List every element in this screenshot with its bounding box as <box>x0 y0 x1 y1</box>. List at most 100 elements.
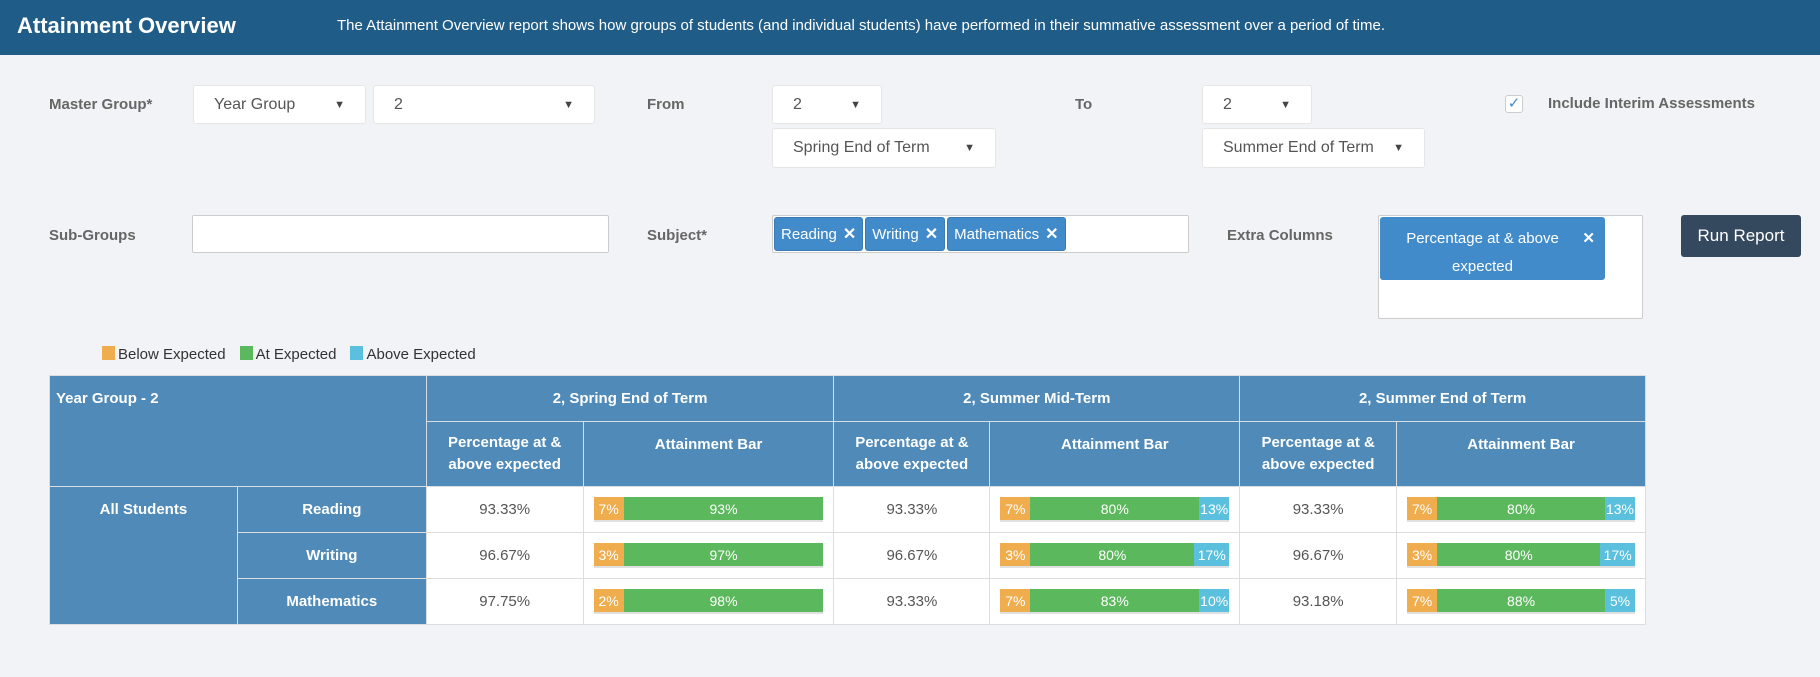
tag-label: Writing <box>872 225 919 243</box>
bar-segment-above: 17% <box>1600 543 1635 566</box>
pct-column-header: Percentage at & above expected <box>1239 421 1398 487</box>
legend-item: Above Expected <box>350 346 476 363</box>
pct-cell: 96.67% <box>833 532 991 579</box>
bar-segment-above: 13% <box>1605 497 1635 520</box>
remove-icon[interactable]: ✕ <box>1582 225 1595 253</box>
legend-label: Below Expected <box>118 346 226 363</box>
to-term-select[interactable]: Summer End of Term ▼ <box>1202 128 1425 168</box>
legend: Below Expected At Expected Above Expected <box>102 346 476 363</box>
bar-segment-at: 80% <box>1030 497 1200 520</box>
subject-cell: Mathematics <box>236 578 427 625</box>
legend-swatch <box>239 346 253 360</box>
legend-label: At Expected <box>255 346 337 363</box>
subject-tag-mathematics: Mathematics ✕ <box>947 217 1066 251</box>
attainment-bar: 2% 98% <box>593 589 824 614</box>
remove-icon[interactable]: ✕ <box>925 224 938 244</box>
bar-cell: 3% 80% 17% <box>989 532 1241 579</box>
master-group-label: Master Group* <box>49 96 153 113</box>
bar-segment-at: 97% <box>623 543 824 566</box>
legend-label: Above Expected <box>366 346 476 363</box>
bar-segment-at: 80% <box>1437 543 1601 566</box>
legend-item: At Expected <box>239 346 337 363</box>
subject-label: Subject* <box>647 227 708 244</box>
legend-swatch <box>102 346 115 360</box>
bar-segment-above: 10% <box>1199 589 1230 612</box>
bar-segment-below: 3% <box>593 543 624 566</box>
term-header: 2, Summer End of Term <box>1239 375 1646 422</box>
extra-columns-multiselect[interactable]: Percentage at & above expected ✕ <box>1378 215 1643 319</box>
attainment-bar: 7% 88% 5% <box>1407 589 1635 614</box>
subject-tag-writing: Writing ✕ <box>865 217 946 251</box>
subject-tag-reading: Reading ✕ <box>774 217 864 251</box>
bar-column-header: Attainment Bar <box>989 421 1241 487</box>
bar-cell: 7% 80% 13% <box>989 486 1241 533</box>
pct-cell: 96.67% <box>1239 532 1398 579</box>
caret-down-icon: ▼ <box>334 98 345 111</box>
legend-swatch <box>350 346 364 360</box>
bar-segment-below: 7% <box>1407 497 1438 520</box>
bar-cell: 2% 98% <box>582 578 835 625</box>
tag-label: Reading <box>781 225 837 243</box>
subject-cell: Writing <box>236 532 427 579</box>
to-year-select[interactable]: 2 ▼ <box>1202 85 1312 124</box>
bar-segment-above: 17% <box>1194 543 1230 566</box>
bar-cell: 3% 80% 17% <box>1396 532 1646 579</box>
group-cell: All Students <box>49 486 238 625</box>
tag-label: Percentage at & above expected <box>1406 230 1559 275</box>
remove-icon[interactable]: ✕ <box>843 224 856 244</box>
bar-segment-below: 3% <box>1000 543 1031 566</box>
to-label: To <box>1075 96 1093 113</box>
extra-columns-label: Extra Columns <box>1227 227 1333 244</box>
bar-cell: 7% 83% 10% <box>989 578 1241 625</box>
subject-multiselect[interactable]: Reading ✕ Writing ✕ Mathematics ✕ <box>772 215 1189 253</box>
bar-cell: 7% 80% 13% <box>1396 486 1646 533</box>
attainment-bar: 7% 80% 13% <box>1407 497 1635 522</box>
page-header: Attainment Overview The Attainment Overv… <box>0 0 1820 55</box>
page-description: The Attainment Overview report shows how… <box>337 17 1386 34</box>
attainment-bar: 3% 97% <box>593 543 824 568</box>
pct-cell: 96.67% <box>425 532 584 579</box>
pct-column-header: Percentage at & above expected <box>833 421 991 487</box>
attainment-bar: 3% 80% 17% <box>1407 543 1635 568</box>
sub-groups-input[interactable] <box>192 215 609 253</box>
check-icon: ✓ <box>1507 95 1521 112</box>
select-value: 2 <box>394 95 403 113</box>
extra-column-tag: Percentage at & above expected ✕ <box>1380 217 1605 280</box>
pct-cell: 93.18% <box>1239 578 1398 625</box>
include-interim-checkbox[interactable]: ✓ <box>1505 95 1523 113</box>
bar-segment-above: 5% <box>1605 589 1635 612</box>
attainment-bar: 7% 80% 13% <box>1000 497 1230 522</box>
subject-cell: Reading <box>236 486 427 533</box>
bar-cell: 7% 93% <box>582 486 835 533</box>
table-row: All Students Reading 93.33% 7% 93% 93.33% 7% 80… <box>49 486 1646 625</box>
bar-cell: 3% 97% <box>582 532 835 579</box>
from-term-select[interactable]: Spring End of Term ▼ <box>772 128 996 168</box>
remove-icon[interactable]: ✕ <box>1045 224 1058 244</box>
pct-column-header: Percentage at & above expected <box>425 421 584 487</box>
bar-segment-at: 98% <box>623 589 824 612</box>
attainment-bar: 3% 80% 17% <box>1000 543 1230 568</box>
pct-cell: 93.33% <box>833 486 991 533</box>
from-year-select[interactable]: 2 ▼ <box>772 85 882 124</box>
master-group-value-select[interactable]: 2 ▼ <box>373 85 595 124</box>
caret-down-icon: ▼ <box>964 142 975 154</box>
bar-segment-below: 2% <box>593 589 624 612</box>
sub-groups-label: Sub-Groups <box>49 227 136 244</box>
bar-segment-at: 80% <box>1437 497 1605 520</box>
select-value: 2 <box>793 95 802 113</box>
bar-segment-below: 7% <box>593 497 624 520</box>
from-label: From <box>647 96 685 113</box>
bar-segment-below: 7% <box>1000 497 1031 520</box>
bar-segment-below: 3% <box>1407 543 1438 566</box>
run-report-button[interactable]: Run Report <box>1681 215 1801 257</box>
term-header: 2, Summer Mid-Term <box>833 375 1241 422</box>
page-title: Attainment Overview <box>17 13 236 38</box>
bar-segment-below: 7% <box>1407 589 1438 612</box>
master-group-type-select[interactable]: Year Group ▼ <box>193 85 366 124</box>
attainment-table: Year Group - 2 2, Spring End of Term 2, … <box>49 375 1646 625</box>
select-value: Spring End of Term <box>793 139 930 156</box>
bar-segment-at: 80% <box>1030 543 1195 566</box>
caret-down-icon: ▼ <box>850 98 861 111</box>
caret-down-icon: ▼ <box>563 98 574 111</box>
bar-segment-below: 7% <box>1000 589 1031 612</box>
